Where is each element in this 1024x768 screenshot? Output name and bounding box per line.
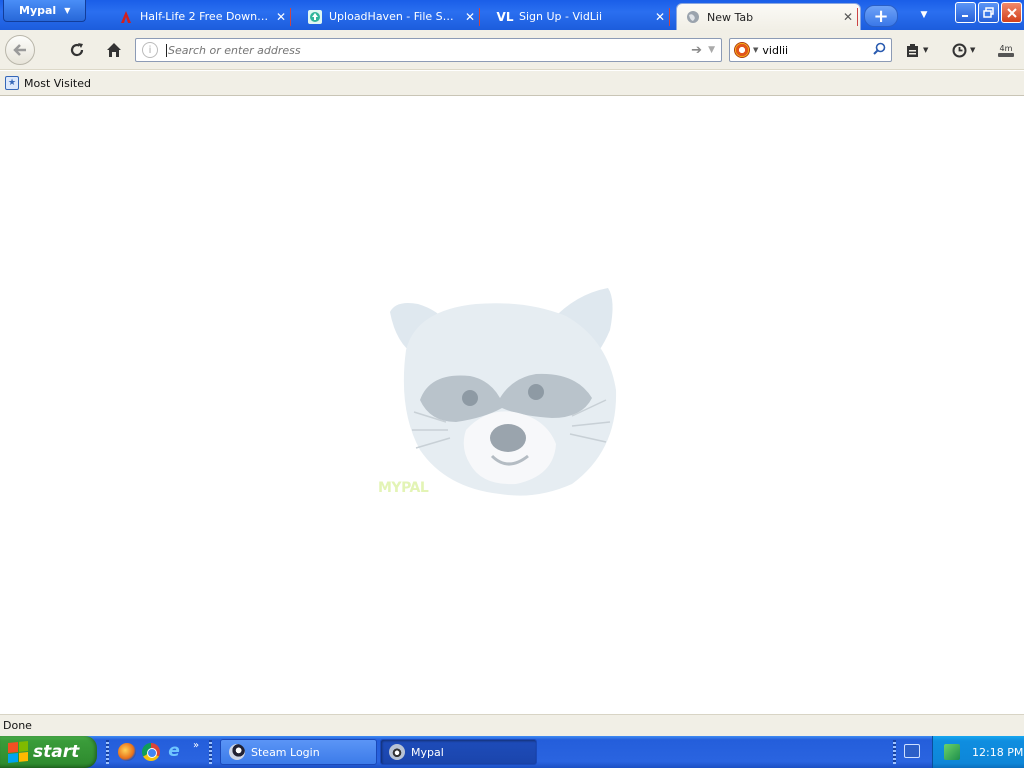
navigation-toolbar: i ➔ ▼ ▼ ▼ ▼ 4m [0,30,1024,70]
tab-uploadhaven[interactable]: UploadHaven - File Shari... ✕ [299,4,482,29]
chrome-icon[interactable] [142,743,160,761]
mypal-watermark: MYPAL [378,480,429,496]
quick-launch-grip[interactable] [106,740,109,764]
clipboard-menu-button[interactable]: ▼ [905,40,928,60]
close-icon[interactable]: ✕ [465,10,475,24]
half-life-lambda-icon [118,9,134,25]
globe-icon [685,9,701,25]
tab-separator [857,8,858,26]
download-progress-icon [998,52,1014,57]
history-menu-button[interactable]: ▼ [952,40,975,60]
search-engine-icon[interactable] [734,42,750,58]
tab-half-life[interactable]: Half-Life 2 Free Downloa... ✕ [110,4,293,29]
downloads-button[interactable]: 4m [998,40,1014,60]
status-text: Done [3,719,32,732]
search-input[interactable] [762,43,873,57]
tab-new-tab[interactable]: New Tab ✕ [676,3,861,30]
tab-label: Sign Up - VidLii [519,10,603,23]
mypal-raccoon-logo [390,288,617,496]
title-tab-bar: Mypal ▼ Half-Life 2 Free Downloa... ✕ Up… [0,0,1024,30]
address-input[interactable] [166,43,686,57]
home-button[interactable] [104,40,124,60]
start-label: start [33,742,80,762]
info-icon[interactable]: i [142,42,158,58]
bookmarks-toolbar: ★ Most Visited [0,71,1024,96]
search-bar[interactable]: ▼ [729,38,892,62]
minimize-button[interactable] [955,2,976,23]
go-arrow-icon[interactable]: ➔ [691,43,702,58]
list-all-tabs-icon[interactable]: ▼ [915,6,933,24]
mypal-raccoon-icon [389,744,405,760]
bookmark-most-visited[interactable]: Most Visited [24,77,91,90]
keyboard-icon[interactable] [904,744,920,758]
network-icon[interactable] [944,744,960,760]
tab-label: New Tab [707,10,754,24]
window-close-button[interactable] [1001,2,1022,23]
history-dropdown-icon[interactable]: ▼ [708,45,715,55]
tab-separator [290,7,291,26]
download-time-label: 4m [999,43,1013,53]
address-bar[interactable]: i ➔ ▼ [135,38,722,62]
status-bar: Done [0,714,1024,736]
bookmark-folder-icon: ★ [5,76,19,90]
tab-separator [669,7,670,26]
tray-grip[interactable] [893,740,896,764]
arrow-left-icon [13,44,26,56]
clock[interactable]: 12:18 PM [972,746,1023,759]
chevron-down-icon: ▼ [970,46,976,54]
internet-explorer-icon[interactable]: e [165,741,183,761]
app-menu-label: Mypal [19,4,57,17]
clipboard-icon [907,43,918,57]
system-tray: 12:18 PM [932,736,1024,768]
firefox-icon[interactable] [118,743,136,761]
quick-launch-more-icon[interactable]: » [193,740,199,751]
tab-label: Half-Life 2 Free Downloa... [140,10,270,23]
taskbar-grip[interactable] [209,740,212,764]
tab-vidlii[interactable]: VL Sign Up - VidLii ✕ [489,4,672,29]
search-icon[interactable] [873,42,886,59]
chevron-down-icon: ▼ [64,6,71,15]
new-tab-page: MYPAL [0,96,1024,714]
close-icon[interactable]: ✕ [276,10,286,24]
task-label: Mypal [411,745,444,759]
windows-logo-icon [8,740,28,764]
close-icon[interactable]: ✕ [843,10,853,24]
chevron-down-icon: ▼ [923,46,929,54]
new-tab-button[interactable]: + [864,5,898,27]
chevron-down-icon[interactable]: ▼ [753,46,758,54]
tab-separator [479,7,480,26]
tab-label: UploadHaven - File Shari... [329,10,459,23]
start-button[interactable]: start [0,736,97,768]
uploadhaven-icon [307,9,323,25]
back-button[interactable] [5,35,35,65]
taskbar-item-steam-login[interactable]: Steam Login [220,739,377,765]
task-label: Steam Login [251,745,320,759]
clock-icon [952,43,967,57]
steam-icon [229,744,245,760]
home-icon [107,43,121,57]
close-icon[interactable]: ✕ [655,10,665,24]
reload-button[interactable] [67,40,87,60]
windows-taskbar: start e » Steam Login Mypal 12:18 PM [0,736,1024,768]
taskbar-item-mypal[interactable]: Mypal [380,739,537,765]
restore-button[interactable] [978,2,999,23]
reload-icon [70,43,84,57]
vidlii-icon: VL [496,9,514,24]
app-menu-button[interactable]: Mypal ▼ [3,0,86,22]
